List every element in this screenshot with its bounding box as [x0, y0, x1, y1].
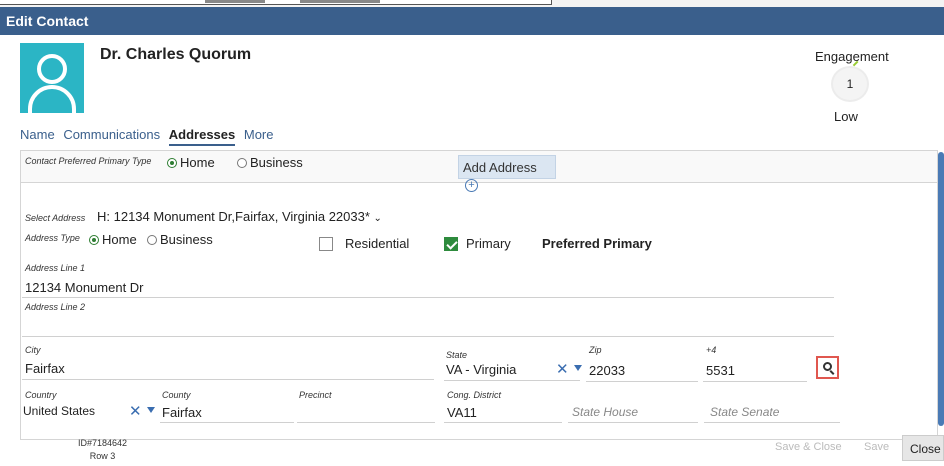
contact-name: Dr. Charles Quorum: [100, 46, 252, 63]
address-lookup-button[interactable]: [816, 356, 839, 379]
precinct-input[interactable]: [299, 405, 419, 421]
chevron-down-icon: ⌄: [373, 213, 382, 224]
field-underline: [703, 381, 807, 382]
plus4-label: +4: [706, 345, 717, 355]
preferred-business-radio[interactable]: Business: [237, 155, 303, 170]
primary-checkbox[interactable]: Primary: [444, 236, 511, 251]
select-address-label: Select Address: [25, 213, 86, 223]
preferred-primary-label: Preferred Primary: [542, 236, 652, 251]
dropdown-arrow-icon: [147, 407, 155, 413]
zip-label: Zip: [589, 345, 602, 355]
radio-label: Home: [180, 155, 215, 170]
field-underline: [160, 422, 294, 423]
radio-selected-icon: [89, 235, 99, 245]
close-icon: ✕: [556, 361, 569, 378]
band-tick: [205, 0, 265, 3]
address-type-business-radio[interactable]: Business: [147, 232, 213, 247]
tab-communications[interactable]: Communications: [63, 127, 160, 142]
selected-address-value: H: 12134 Monument Dr,Fairfax, Virginia 2…: [97, 209, 370, 224]
state-label: State: [446, 350, 468, 360]
radio-label: Business: [160, 232, 213, 247]
address-line2-input[interactable]: [25, 318, 825, 334]
state-house-input[interactable]: State House: [572, 405, 638, 419]
address-type-label: Address Type: [25, 233, 80, 243]
avatar-head: [37, 54, 67, 84]
band-tick: [300, 0, 380, 3]
zip-input[interactable]: 22033: [589, 363, 625, 378]
top-band: [0, 0, 552, 5]
country-clear-button[interactable]: ✕: [129, 402, 142, 420]
scrollbar[interactable]: [938, 152, 944, 426]
tab-name[interactable]: Name: [20, 127, 55, 142]
dropdown-arrow-icon: [574, 365, 582, 371]
save-button[interactable]: Save: [864, 441, 889, 453]
radio-label: Business: [250, 155, 303, 170]
cong-district-input[interactable]: VA11: [447, 405, 477, 420]
radio-label: Home: [102, 232, 137, 247]
checkmark-icon: [444, 237, 458, 251]
engagement-value: 1: [846, 77, 854, 91]
field-underline: [22, 336, 834, 337]
add-address-label: Add Address: [463, 160, 537, 175]
state-dropdown-button[interactable]: [570, 360, 582, 375]
add-address-button[interactable]: Add Address +: [458, 155, 556, 192]
tab-bar: Name Communications Addresses More: [20, 127, 279, 146]
city-label: City: [25, 345, 41, 355]
preferred-home-radio[interactable]: Home: [167, 155, 215, 170]
field-underline: [22, 297, 834, 298]
county-label: County: [162, 390, 191, 400]
residential-label: Residential: [345, 236, 410, 251]
field-underline: [22, 379, 434, 380]
state-senate-input[interactable]: State Senate: [710, 405, 779, 419]
close-button[interactable]: Close: [902, 435, 944, 461]
avatar-body: [28, 85, 76, 113]
search-icon-handle: [829, 370, 835, 375]
tab-addresses[interactable]: Addresses: [168, 127, 236, 146]
engagement-label: Engagement: [815, 49, 889, 64]
country-label: Country: [25, 390, 57, 400]
engagement-level: Low: [834, 109, 858, 124]
residential-checkbox[interactable]: Residential: [319, 236, 409, 251]
country-select[interactable]: United States: [23, 404, 95, 418]
window-title: Edit Contact: [0, 7, 944, 35]
record-row: Row 3: [89, 451, 116, 461]
checkbox-unchecked-icon: [319, 237, 333, 251]
field-underline: [704, 422, 840, 423]
city-input[interactable]: Fairfax: [25, 361, 65, 376]
address-line1-label: Address Line 1: [25, 263, 86, 273]
state-clear-button[interactable]: ✕: [556, 360, 569, 378]
field-underline: [568, 422, 698, 423]
avatar: [20, 43, 84, 113]
field-underline: [444, 422, 562, 423]
field-underline: [444, 380, 580, 381]
address-line2-label: Address Line 2: [25, 302, 86, 312]
top-strip: [0, 0, 944, 7]
radio-selected-icon: [167, 158, 177, 168]
address-line1-input[interactable]: 12134 Monument Dr: [25, 280, 144, 295]
radio-unselected-icon: [147, 235, 157, 245]
address-type-home-radio[interactable]: Home: [89, 232, 137, 247]
plus4-input[interactable]: 5531: [706, 363, 735, 378]
record-info: ID#7184642 Row 3: [78, 437, 127, 463]
state-select[interactable]: VA - Virginia: [446, 362, 516, 377]
save-close-button[interactable]: Save & Close: [775, 441, 842, 453]
record-id: ID#7184642: [78, 438, 128, 448]
preferred-type-label: Contact Preferred Primary Type: [25, 156, 152, 166]
radio-unselected-icon: [237, 158, 247, 168]
close-icon: ✕: [129, 403, 142, 420]
primary-label: Primary: [466, 236, 511, 251]
country-dropdown-button[interactable]: [143, 402, 155, 417]
tab-more[interactable]: More: [244, 127, 274, 142]
field-underline: [297, 422, 435, 423]
select-address-dropdown[interactable]: H: 12134 Monument Dr,Fairfax, Virginia 2…: [97, 209, 382, 224]
precinct-label: Precinct: [299, 390, 332, 400]
cong-district-label: Cong. District: [447, 390, 502, 400]
county-input[interactable]: Fairfax: [162, 405, 202, 420]
field-underline: [586, 381, 698, 382]
